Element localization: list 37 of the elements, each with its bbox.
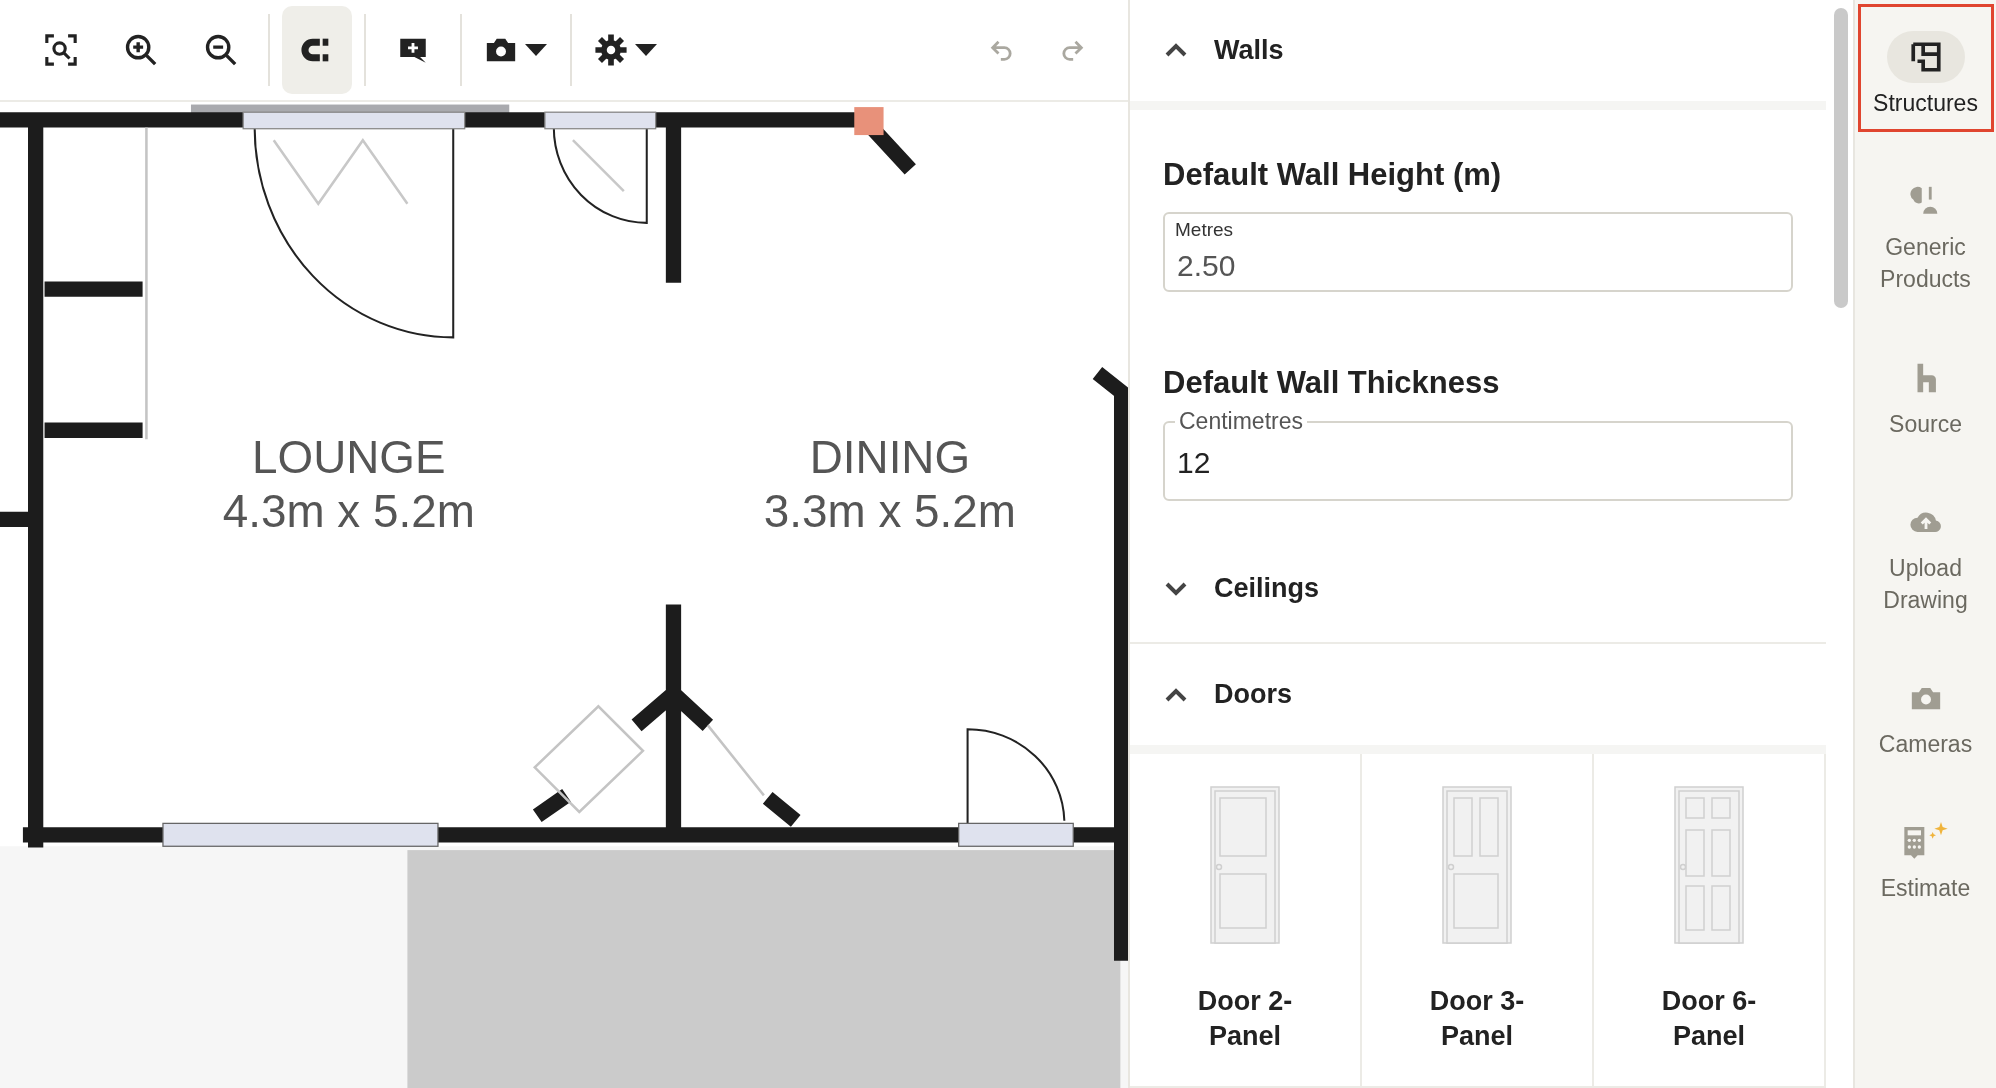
field-label: Default Wall Thickness <box>1163 364 1501 403</box>
room-size: 4.3m x 5.2m <box>222 485 475 537</box>
scrollbar-thumb[interactable] <box>1834 8 1848 308</box>
sidebar-item[interactable]: Generic Products <box>1857 148 1994 309</box>
door-swing-drawing[interactable] <box>552 127 648 224</box>
chevron-up-icon <box>1164 42 1188 59</box>
door-threshold[interactable] <box>958 822 1074 847</box>
sidebar-item[interactable]: Source <box>1857 324 1994 453</box>
room-name: LOUNGE <box>252 432 446 484</box>
chevron-down-icon <box>1164 580 1188 597</box>
sidebar-item[interactable]: Cameras <box>1857 645 1994 774</box>
door-icon <box>1674 786 1744 944</box>
door-swing-drawing[interactable] <box>966 728 1066 824</box>
room-size: 3.3m x 5.2m <box>763 485 1016 537</box>
door-card[interactable]: Door 3-Panel <box>1362 754 1594 1088</box>
sidebar-item[interactable]: Upload Drawing <box>1857 468 1994 630</box>
sidebar-item[interactable]: Structures <box>1857 4 1994 133</box>
door-icon <box>1442 786 1512 944</box>
caret-icon <box>524 43 548 57</box>
settings-icon <box>594 33 628 67</box>
floor-plan-icon <box>1908 40 1943 74</box>
window[interactable] <box>162 822 439 847</box>
zoom-out-icon <box>204 33 238 67</box>
wall-handle[interactable] <box>854 107 884 136</box>
chevron-up-icon <box>1164 686 1188 703</box>
sidebar-item[interactable]: Estimate <box>1857 789 1994 918</box>
door-card[interactable]: Door 6-Panel <box>1594 754 1826 1088</box>
door-icon <box>1210 786 1280 944</box>
caret-icon <box>634 43 658 57</box>
field-unit-label: Metres <box>1175 218 1234 243</box>
door-swing-drawing[interactable] <box>253 127 455 339</box>
fit-view-icon <box>44 33 78 67</box>
field-label: Default Wall Height (m) <box>1163 155 1503 194</box>
magnet-tool-button[interactable] <box>282 6 352 94</box>
door-card[interactable]: Door 2-Panel <box>1130 754 1362 1088</box>
room-name: DINING <box>809 432 971 484</box>
zoom-in-icon <box>124 33 158 67</box>
